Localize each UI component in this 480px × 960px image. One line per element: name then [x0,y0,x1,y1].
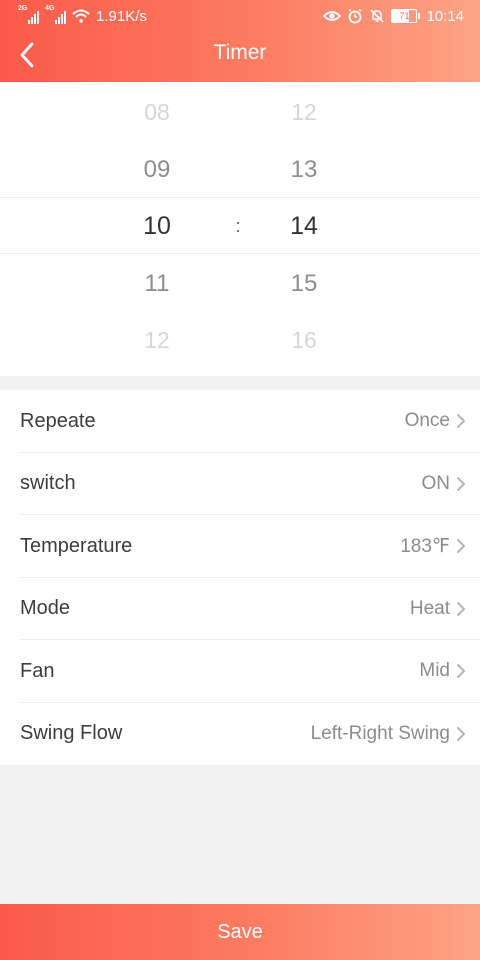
signal-icon: 2G [18,5,39,24]
status-bar: 2G 4G 1.91K/s 71 10:14 [0,0,480,32]
setting-value-group: Once [405,410,466,432]
setting-value: ON [421,472,451,494]
minute-option[interactable]: 15 [264,255,344,312]
status-right: 71 10:14 [323,8,464,25]
setting-label: switch [20,472,76,495]
time-picker[interactable]: 08 09 10 11 12 : 12 13 14 15 16 [0,82,480,376]
time-separator: : [235,216,241,236]
status-left: 2G 4G 1.91K/s [18,5,147,25]
setting-row-temperature[interactable]: Temperature 183℉ [0,515,480,578]
eye-icon [323,11,342,21]
hour-selected[interactable]: 10 [117,198,197,255]
chevron-right-icon [457,414,465,429]
minute-selected[interactable]: 14 [264,198,344,255]
clock: 10:14 [426,7,464,25]
settings-list: Repeate Once switch ON Temperature 183℉ … [0,390,480,765]
setting-value-group: Heat [410,598,466,620]
setting-label: Fan [20,659,55,682]
setting-row-switch[interactable]: switch ON [0,453,480,516]
chevron-right-icon [457,601,465,616]
setting-value: Left-Right Swing [310,722,450,744]
setting-value-group: Left-Right Swing [311,723,466,745]
hour-option[interactable]: 11 [117,255,197,312]
chevron-right-icon [457,539,465,554]
chevron-right-icon [457,476,465,491]
hour-option[interactable]: 09 [117,141,197,198]
setting-row-swing-flow[interactable]: Swing Flow Left-Right Swing [0,703,480,766]
setting-label: Repeate [20,409,96,432]
header: 2G 4G 1.91K/s 71 10:14 Timer [0,0,480,82]
setting-value: 183℉ [400,535,450,557]
minute-option[interactable]: 12 [264,84,344,141]
setting-row-mode[interactable]: Mode Heat [0,578,480,641]
minute-option[interactable]: 13 [264,141,344,198]
battery-level: 71 [391,9,418,23]
setting-label: Temperature [20,534,133,557]
network-type-label: 4G [45,5,55,12]
setting-value-group: Mid [419,660,466,682]
setting-row-fan[interactable]: Fan Mid [0,640,480,703]
page-title: Timer [213,41,267,64]
setting-row-repeat[interactable]: Repeate Once [0,390,480,453]
battery-icon: 71 [391,9,421,23]
signal-icon: 4G [45,5,66,24]
setting-label: Mode [20,597,71,620]
network-speed: 1.91K/s [96,7,147,25]
network-type-label: 2G [18,5,28,12]
chevron-right-icon [457,664,465,679]
save-button[interactable]: Save [0,904,480,960]
minute-option[interactable]: 16 [264,312,344,369]
hour-option[interactable]: 12 [117,312,197,369]
setting-label: Swing Flow [20,722,123,745]
setting-value-group: ON [422,473,467,495]
chevron-right-icon [457,726,465,741]
setting-value: Once [404,410,450,432]
alarm-clock-icon [348,8,362,24]
titlebar: Timer [0,32,480,82]
wifi-icon [72,9,90,23]
setting-value: Heat [409,597,450,619]
hour-option[interactable]: 08 [117,84,197,141]
setting-value-group: 183℉ [400,535,466,558]
setting-value: Mid [419,660,450,682]
mute-bell-icon [370,9,385,23]
